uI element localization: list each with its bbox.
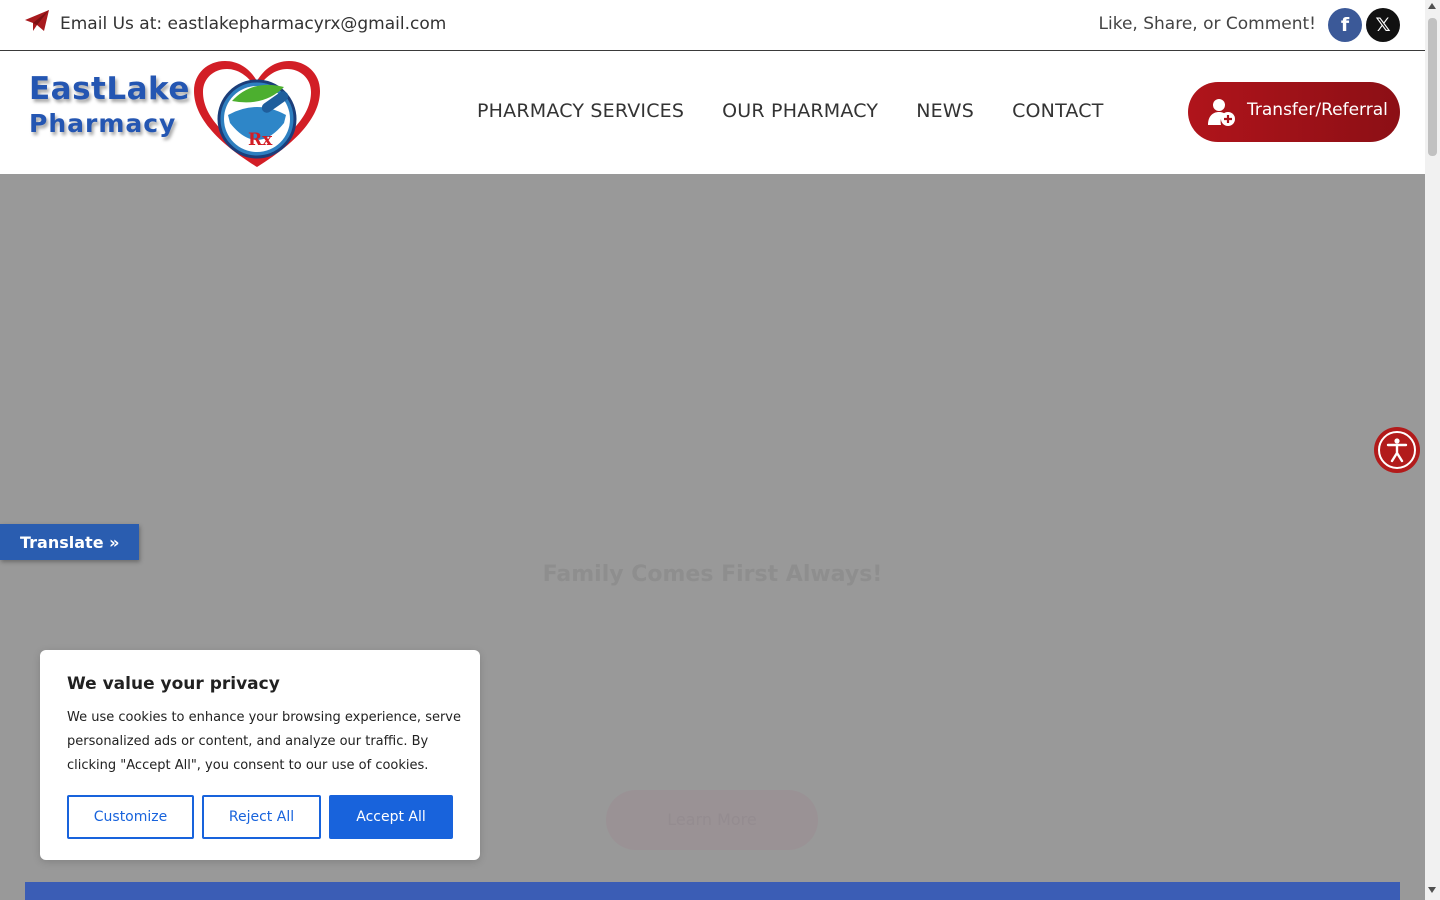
hero-learn-more-button[interactable]: Learn More (606, 790, 818, 850)
svg-text:Rx: Rx (248, 130, 273, 150)
logo-text-eastlake: EastLake (29, 71, 190, 107)
paper-plane-icon (25, 10, 49, 31)
cookie-reject-button[interactable]: Reject All (202, 795, 321, 839)
footer-blue-bar (25, 882, 1400, 900)
facebook-icon: f (1340, 14, 1350, 36)
top-bar: Email Us at: eastlakepharmacyrx@gmail.co… (0, 0, 1425, 51)
accessibility-button[interactable] (1374, 427, 1420, 473)
cookie-customize-button[interactable]: Customize (67, 795, 194, 839)
page-scrollbar[interactable] (1425, 0, 1440, 900)
heart-mortar-logo-icon: Rx (194, 61, 320, 167)
cookie-title: We value your privacy (67, 674, 280, 694)
scrollbar-thumb[interactable] (1428, 18, 1437, 156)
accessibility-icon (1378, 431, 1416, 469)
hero-button-label: Learn More (667, 810, 757, 829)
nav-item-our-pharmacy[interactable]: OUR PHARMACY (722, 100, 878, 122)
cookie-consent-dialog: We value your privacy We use cookies to … (40, 650, 480, 860)
nav-item-pharmacy-services[interactable]: PHARMACY SERVICES (477, 100, 684, 122)
main-nav: PHARMACY SERVICES OUR PHARMACY NEWS CONT… (477, 100, 1104, 122)
nav-item-news[interactable]: NEWS (916, 100, 974, 122)
site-header: EastLake Pharmacy Rx PHARMACY SERVICES O… (0, 51, 1425, 173)
scroll-down-arrow-icon[interactable] (1428, 887, 1436, 893)
nav-item-contact[interactable]: CONTACT (1012, 100, 1104, 122)
scroll-up-arrow-icon[interactable] (1428, 3, 1436, 9)
translate-button[interactable]: Translate » (0, 524, 139, 560)
add-user-icon (1208, 99, 1235, 126)
transfer-referral-button[interactable]: Transfer/Referral (1188, 82, 1400, 142)
cookie-text: We use cookies to enhance your browsing … (67, 710, 461, 773)
transfer-referral-label: Transfer/Referral (1247, 100, 1388, 120)
x-twitter-button[interactable]: 𝕏 (1366, 8, 1400, 42)
translate-label: Translate » (20, 533, 120, 552)
cookie-accept-button[interactable]: Accept All (329, 795, 453, 839)
facebook-button[interactable]: f (1328, 8, 1362, 42)
x-twitter-icon: 𝕏 (1375, 14, 1391, 36)
social-prompt: Like, Share, or Comment! (1098, 14, 1316, 34)
email-link[interactable]: Email Us at: eastlakepharmacyrx@gmail.co… (60, 14, 446, 34)
logo-text-pharmacy: Pharmacy (29, 109, 177, 138)
site-logo[interactable]: EastLake Pharmacy Rx (27, 59, 327, 171)
hero-tagline: Family Comes First Always! (542, 562, 883, 587)
